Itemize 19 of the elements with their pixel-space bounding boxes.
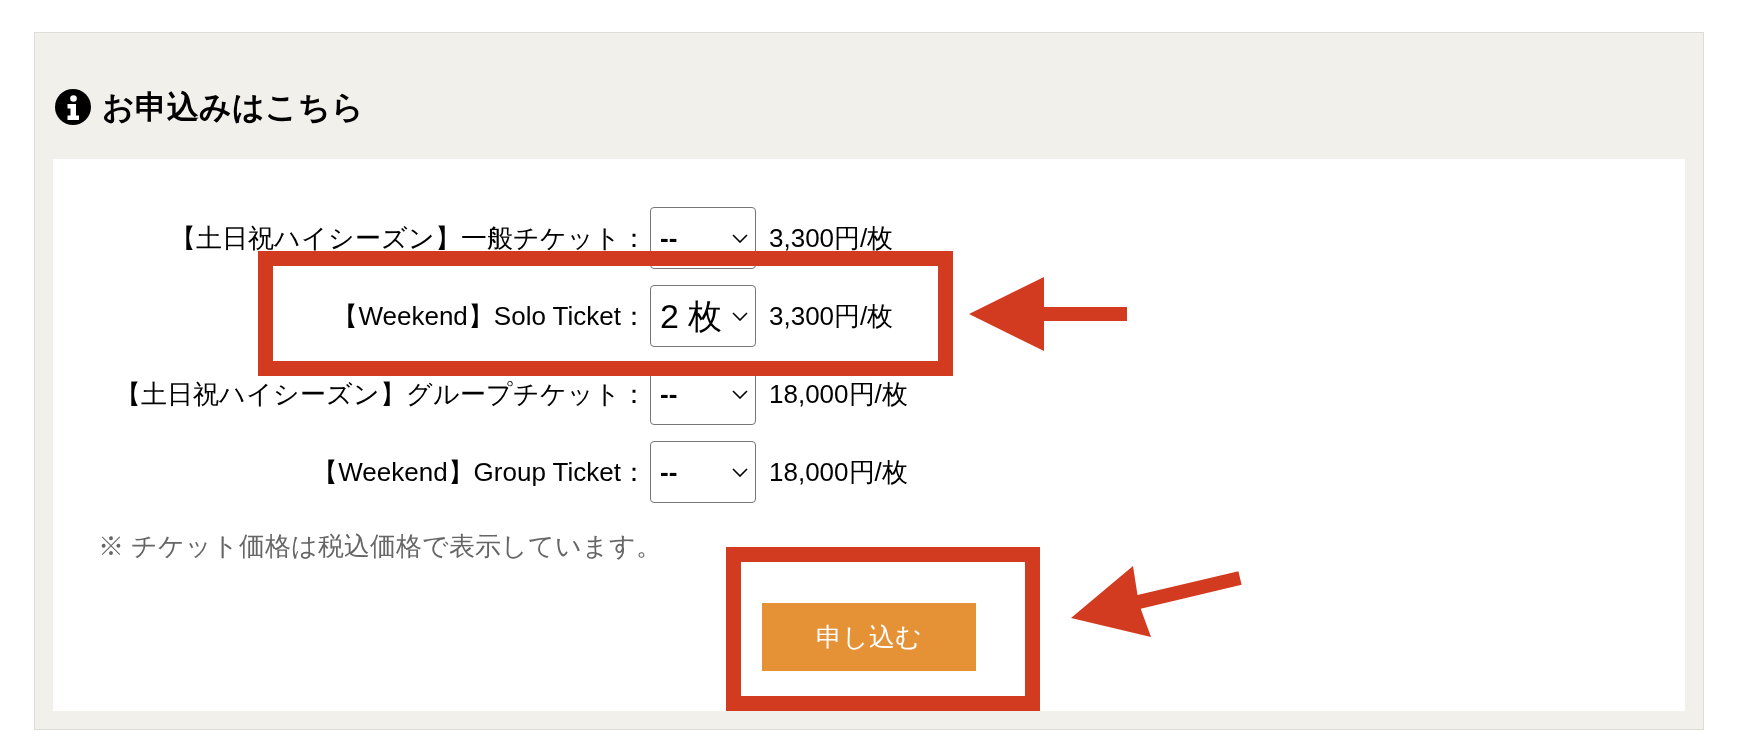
- ticket-label: 【Weekend】Solo Ticket：: [331, 300, 647, 333]
- price-text: 3,300円/枚: [769, 300, 894, 333]
- ticket-label: 【Weekend】Group Ticket：: [311, 456, 647, 489]
- chevron-down-icon: [732, 311, 748, 321]
- quantity-select[interactable]: --: [650, 441, 756, 503]
- chevron-down-icon: [732, 389, 748, 399]
- section-title: お申込みはこちら: [102, 91, 364, 123]
- price-text: 18,000円/枚: [769, 456, 908, 489]
- price-text: 3,300円/枚: [769, 222, 894, 255]
- arrow-icon: [1071, 566, 1243, 638]
- info-icon: [55, 89, 91, 125]
- price-text: 18,000円/枚: [769, 378, 908, 411]
- note-text: ※ チケット価格は税込価格で表示しています。: [97, 530, 664, 563]
- chevron-down-icon: [732, 467, 748, 477]
- ticket-label: 【土日祝ハイシーズン】一般チケット：: [169, 222, 647, 255]
- ticket-label: 【土日祝ハイシーズン】グループチケット：: [114, 378, 647, 411]
- arrow-icon: [969, 277, 1127, 351]
- chevron-down-icon: [732, 233, 748, 243]
- quantity-select[interactable]: 2 枚: [650, 285, 756, 347]
